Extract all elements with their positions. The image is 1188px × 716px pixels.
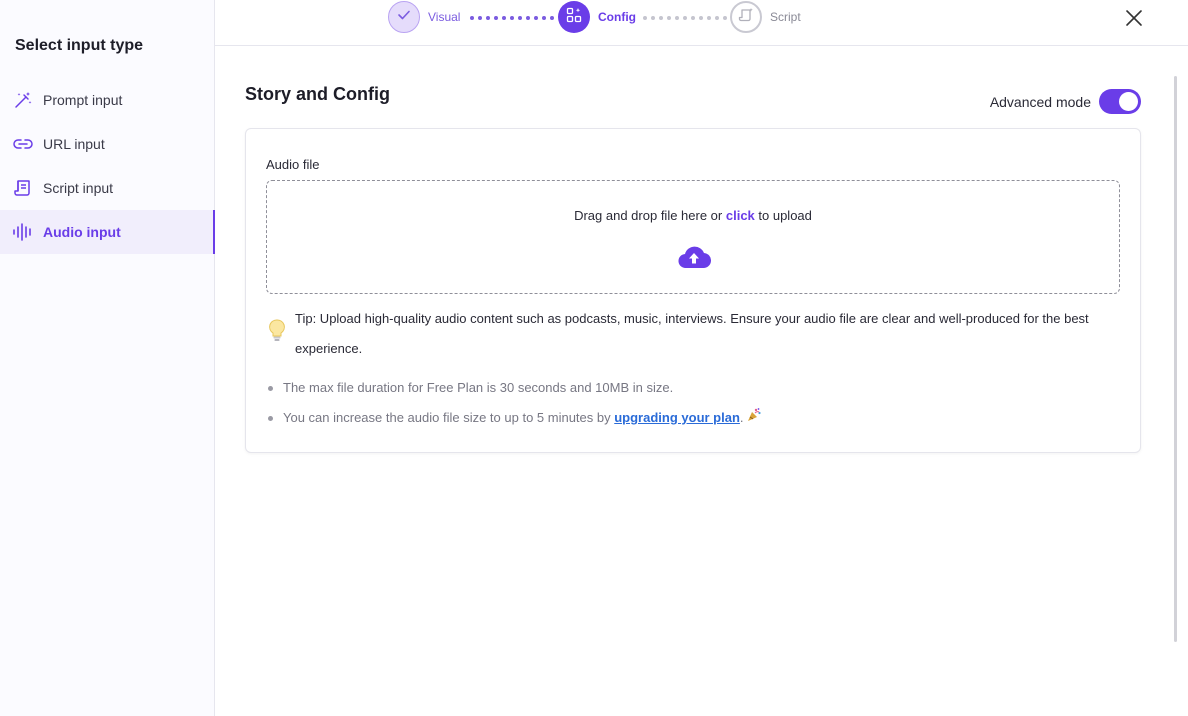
step-connector <box>470 16 554 20</box>
script-icon <box>738 7 754 28</box>
script-icon <box>12 177 34 199</box>
sidebar-item-audio-input[interactable]: Audio input <box>0 210 215 254</box>
sidebar: Select input type Prompt input URL input… <box>0 0 215 716</box>
list-item: You can increase the audio file size to … <box>268 403 1118 434</box>
notes-list: The max file duration for Free Plan is 3… <box>268 373 1118 434</box>
note-text: The max file duration for Free Plan is 3… <box>283 380 674 395</box>
step-circle <box>558 1 590 33</box>
app-window: Select input type Prompt input URL input… <box>0 0 1188 716</box>
step-visual[interactable]: Visual <box>388 1 460 33</box>
note-text: You can increase the audio file size to … <box>283 410 615 425</box>
tip-box: Tip: Upload high-quality audio content s… <box>268 304 1118 364</box>
advanced-mode-label: Advanced mode <box>989 93 1091 110</box>
step-config[interactable]: Config <box>558 1 636 33</box>
advanced-mode: Advanced mode <box>990 89 1141 114</box>
party-popper-icon <box>746 404 762 434</box>
sidebar-item-url-input[interactable]: URL input <box>0 122 214 166</box>
stepper-bar: Visual Config Script <box>215 0 1188 46</box>
audio-config-card: Audio file Drag and drop file here or cl… <box>245 128 1141 453</box>
config-icon <box>566 7 582 28</box>
dropzone-text-before: Drag and drop file here or <box>574 208 726 223</box>
sidebar-item-prompt-input[interactable]: Prompt input <box>0 78 214 122</box>
advanced-mode-toggle[interactable] <box>1099 89 1141 114</box>
sidebar-item-script-input[interactable]: Script input <box>0 166 214 210</box>
sidebar-title: Select input type <box>15 37 144 54</box>
close-icon <box>1124 10 1144 32</box>
lightbulb-icon <box>268 319 288 364</box>
dropzone-text-after: to upload <box>754 208 812 223</box>
cloud-upload-icon <box>677 244 712 270</box>
close-button[interactable] <box>1124 8 1144 28</box>
step-circle <box>388 1 420 33</box>
step-label: Visual <box>428 10 461 24</box>
step-connector <box>643 16 727 20</box>
tip-text: Tip: Upload high-quality audio content s… <box>295 311 1089 356</box>
scrollbar[interactable] <box>1174 76 1177 642</box>
page-title: Story and Config <box>245 84 390 104</box>
audio-file-label: Audio file <box>266 157 320 172</box>
upgrade-plan-link[interactable]: upgrading your plan <box>614 410 740 425</box>
sidebar-list: Prompt input URL input Script input Audi… <box>0 78 215 254</box>
sidebar-item-label: URL input <box>43 136 105 152</box>
step-label: Script <box>770 10 801 24</box>
link-icon <box>12 133 34 155</box>
dropzone-click-link[interactable]: click <box>726 208 755 223</box>
note-text-end: . <box>739 410 744 425</box>
step-script[interactable]: Script <box>730 1 801 33</box>
sidebar-item-label: Script input <box>43 180 114 196</box>
check-icon <box>397 8 411 26</box>
audio-wave-icon <box>12 221 34 243</box>
sidebar-item-label: Audio input <box>43 224 121 240</box>
main-panel: Story and Config Advanced mode Audio fil… <box>215 46 1188 716</box>
dropzone-text: Drag and drop file here or click to uplo… <box>267 208 1119 223</box>
list-item: The max file duration for Free Plan is 3… <box>268 373 1118 403</box>
sidebar-item-label: Prompt input <box>43 92 123 108</box>
audio-dropzone[interactable]: Drag and drop file here or click to uplo… <box>266 180 1120 294</box>
step-circle <box>730 1 762 33</box>
magic-wand-icon <box>12 89 34 111</box>
toggle-knob <box>1119 92 1138 111</box>
step-label: Config <box>598 10 636 24</box>
